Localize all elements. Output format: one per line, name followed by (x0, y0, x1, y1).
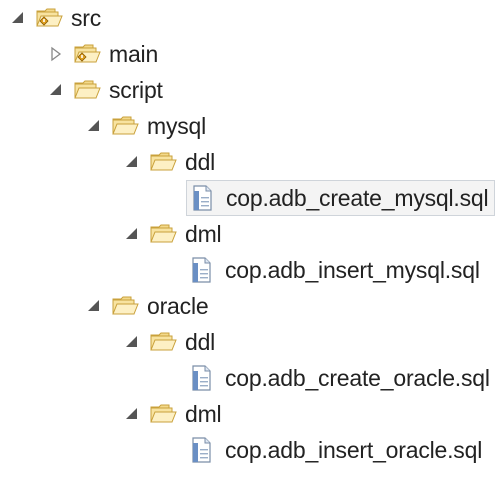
tree-item-label: cop.adb_create_oracle.sql (225, 364, 490, 391)
folder-icon (150, 329, 178, 355)
tree-item-main[interactable]: main (48, 36, 158, 72)
tree-item-cut-off (60, 468, 180, 479)
tree-item-insert-mysql-sql[interactable]: cop.adb_insert_mysql.sql (190, 252, 480, 288)
tree-item-label: script (109, 76, 163, 103)
source-folder-icon (74, 41, 102, 67)
tree-item-label: main (109, 40, 159, 67)
folder-icon (150, 221, 178, 247)
expanded-triangle-icon[interactable] (86, 298, 102, 314)
tree-item-label: ddl (185, 148, 216, 175)
expanded-triangle-icon[interactable] (48, 82, 64, 98)
tree-item-oracle-ddl[interactable]: ddl (124, 324, 215, 360)
tree-item-label: cop.adb_insert_oracle.sql (225, 436, 483, 463)
expanded-triangle-icon[interactable] (124, 334, 140, 350)
sql-file-icon (191, 185, 219, 211)
tree-item-label: mysql (147, 112, 207, 139)
tree-item-mysql[interactable]: mysql (86, 108, 206, 144)
sql-file-icon (190, 257, 218, 283)
tree-item-oracle[interactable]: oracle (86, 288, 209, 324)
expanded-triangle-icon[interactable] (124, 226, 140, 242)
folder-icon (112, 113, 140, 139)
sql-file-icon (190, 437, 218, 463)
sql-file-icon (190, 365, 218, 391)
tree-item-script[interactable]: script (48, 72, 163, 108)
expanded-triangle-icon[interactable] (124, 406, 140, 422)
tree-item-create-mysql-sql[interactable]: cop.adb_create_mysql.sql (186, 180, 496, 216)
tree-item-insert-oracle-sql[interactable]: cop.adb_insert_oracle.sql (190, 432, 482, 468)
tree-item-mysql-dml[interactable]: dml (124, 216, 222, 252)
tree-item-src[interactable]: src (10, 0, 101, 36)
tree-item-create-oracle-sql[interactable]: cop.adb_create_oracle.sql (190, 360, 490, 396)
expanded-triangle-icon[interactable] (10, 10, 26, 26)
tree-item-label: src (71, 4, 102, 31)
expanded-triangle-icon[interactable] (86, 118, 102, 134)
project-explorer-tree: src main script mysql ddl cop.adb_create… (0, 0, 504, 479)
expanded-triangle-icon[interactable] (124, 154, 140, 170)
tree-item-oracle-dml[interactable]: dml (124, 396, 222, 432)
collapsed-triangle-icon[interactable] (48, 46, 64, 62)
tree-item-label: cop.adb_insert_mysql.sql (225, 256, 480, 283)
folder-icon (112, 293, 140, 319)
tree-item-label: cop.adb_create_mysql.sql (226, 184, 489, 211)
folder-icon (74, 77, 102, 103)
tree-item-mysql-ddl[interactable]: ddl (124, 144, 215, 180)
tree-item-label: dml (185, 400, 222, 427)
source-folder-icon (36, 5, 64, 31)
folder-icon (150, 149, 178, 175)
tree-item-label: oracle (147, 292, 209, 319)
folder-icon (150, 401, 178, 427)
tree-item-label: ddl (185, 328, 216, 355)
tree-item-label: dml (185, 220, 222, 247)
